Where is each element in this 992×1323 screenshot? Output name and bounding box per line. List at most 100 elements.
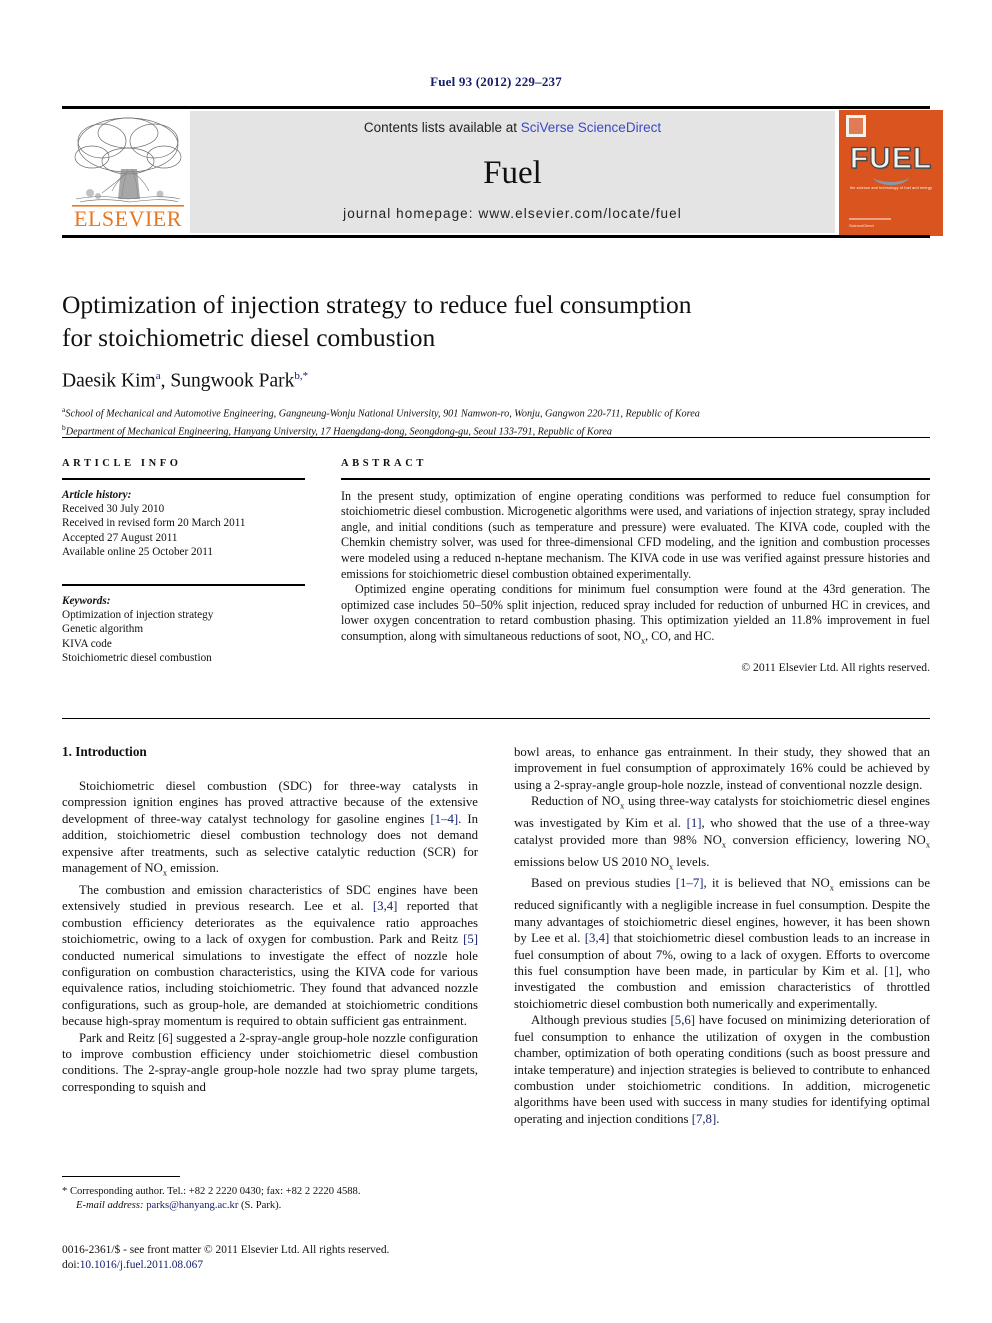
abstract-copyright: © 2011 Elsevier Ltd. All rights reserved… <box>741 660 930 674</box>
history-item: Received in revised form 20 March 2011 <box>62 517 246 530</box>
title-line-2: for stoichiometric diesel combustion <box>62 323 436 352</box>
abstract-p2-part-b: , CO, and HC. <box>645 628 715 643</box>
citation-ref[interactable]: [3,4] <box>585 931 610 945</box>
citation-ref[interactable]: [1–7] <box>676 876 704 890</box>
paragraph-text: emissions below US 2010 NO <box>514 854 669 869</box>
paragraph-text: Stoichiometric diesel combustion (SDC) f… <box>62 779 478 826</box>
cover-footer-text: ScienceDirect <box>849 223 874 228</box>
history-item: Received 30 July 2010 <box>62 502 165 515</box>
author-list: Daesik Kima, Sungwook Parkb,* <box>62 370 930 393</box>
cover-subtitle: the science and technology of fuel and e… <box>849 186 933 190</box>
keywords-rule <box>62 583 305 586</box>
citation-ref[interactable]: [1] <box>884 964 899 978</box>
paragraph-text: . <box>716 1111 720 1126</box>
body-left-column: 1. Introduction Stoichiometric diesel co… <box>62 744 478 1095</box>
paragraph-text: , it is believed that NO <box>703 876 830 891</box>
contents-prefix: Contents lists available at <box>363 120 521 135</box>
footnote-rule <box>62 1176 180 1177</box>
email-owner: (S. Park). <box>241 1199 282 1211</box>
journal-title: Fuel <box>483 155 542 191</box>
history-item: Accepted 27 August 2011 <box>62 531 178 544</box>
masthead-bottom-rule <box>62 235 930 238</box>
issn-line: 0016-2361/$ - see front matter © 2011 El… <box>62 1244 390 1256</box>
history-item: Available online 25 October 2011 <box>62 546 213 559</box>
citation-ref[interactable]: [7,8] <box>692 1112 717 1126</box>
paragraph-text: Although previous studies <box>531 1013 671 1028</box>
doi-line: doi:10.1016/j.fuel.2011.08.067 <box>62 1258 492 1273</box>
body-paragraph: Reduction of NOx using three-way catalys… <box>514 793 930 875</box>
affiliation-1: aSchool of Mechanical and Automotive Eng… <box>62 403 930 421</box>
paragraph-text: bowl areas, to enhance gas entrainment. … <box>514 745 930 792</box>
paragraph-text: have focused on minimizing deterioration… <box>514 1013 930 1126</box>
masthead-top-rule <box>62 106 930 109</box>
email-note: E-mail address: parks@hanyang.ac.kr (S. … <box>62 1199 478 1213</box>
keywords-label: Keywords: <box>62 594 111 607</box>
affiliation-text-b: Department of Mechanical Engineering, Ha… <box>65 426 613 438</box>
section-title-introduction: 1. Introduction <box>62 744 147 759</box>
abstract-p2-part-a: Optimized engine operating conditions fo… <box>341 582 930 643</box>
keyword-item: Genetic algorithm <box>62 623 144 636</box>
paragraph-text: levels. <box>673 854 710 869</box>
abstract-paragraph-2: Optimized engine operating conditions fo… <box>341 582 930 649</box>
author-separator: , <box>160 370 171 392</box>
paragraph-text: Reduction of NO <box>531 794 621 809</box>
journal-masthead: ELSEVIER Contents lists available at Sci… <box>62 106 943 238</box>
author-name-1[interactable]: Daesik Kim <box>62 371 156 392</box>
paragraph-text: Park and Reitz <box>79 1030 158 1045</box>
doi-link[interactable]: 10.1016/j.fuel.2011.08.067 <box>80 1259 203 1271</box>
paper-page: Fuel 93 (2012) 229–237 ELSEVIER Contents… <box>0 0 992 1323</box>
paragraph-text: Based on previous studies <box>531 876 676 891</box>
footnote-block: * Corresponding author. Tel.: +82 2 2220… <box>62 1176 478 1212</box>
paragraph-text: conducted numerical simulations to inves… <box>62 948 478 1029</box>
keyword-item: Stoichiometric diesel combustion <box>62 652 212 665</box>
paragraph-text: emission. <box>167 861 220 876</box>
email-link[interactable]: parks@hanyang.ac.kr <box>146 1200 238 1211</box>
abstract-rule <box>341 478 930 480</box>
article-info-label: ARTICLE INFO <box>62 458 182 469</box>
body-right-column: bowl areas, to enhance gas entrainment. … <box>514 744 930 1127</box>
citation-ref[interactable]: [3,4] <box>373 899 398 913</box>
citation-ref[interactable]: [1–4] <box>430 812 458 826</box>
page-title: Optimization of injection strategy to re… <box>62 288 930 354</box>
cover-swoosh-icon <box>873 168 909 185</box>
cover-elsevier-mark-icon <box>846 115 866 137</box>
abstract-label: ABSTRACT <box>341 458 427 469</box>
title-block: Optimization of injection strategy to re… <box>62 288 930 439</box>
body-paragraph: The combustion and emission characterist… <box>62 882 478 1030</box>
corresponding-author-note: * Corresponding author. Tel.: +82 2 2220… <box>62 1186 361 1197</box>
info-band-top-rule <box>62 437 930 438</box>
title-line-1: Optimization of injection strategy to re… <box>62 290 692 319</box>
issn-block: 0016-2361/$ - see front matter © 2011 El… <box>62 1243 492 1272</box>
paragraph-text: conversion efficiency, lowering NO <box>726 832 926 847</box>
body-paragraph: Based on previous studies [1–7], it is b… <box>514 875 930 1012</box>
citation-ref[interactable]: [6] <box>158 1031 173 1045</box>
subscript: x <box>925 840 930 850</box>
journal-cover-image: FUEL the science and technology of fuel … <box>839 110 943 236</box>
email-label: E-mail address: <box>76 1199 144 1211</box>
abstract-column: ABSTRACT In the present study, optimizat… <box>341 458 930 674</box>
article-history-label: Article history: <box>62 488 132 501</box>
journal-homepage[interactable]: journal homepage: www.elsevier.com/locat… <box>190 206 835 221</box>
affiliation-text-a: School of Mechanical and Automotive Engi… <box>65 407 700 419</box>
journal-banner: Contents lists available at SciVerse Sci… <box>190 111 835 233</box>
citation-ref[interactable]: [1] <box>687 816 702 830</box>
info-band-bottom-rule <box>62 718 930 719</box>
body-paragraph: Although previous studies [5,6] have foc… <box>514 1012 930 1127</box>
citation-ref[interactable]: [5,6] <box>671 1013 696 1027</box>
article-info-column: ARTICLE INFO Article history: Received 3… <box>62 458 305 666</box>
cover-footer: ScienceDirect <box>849 218 909 228</box>
article-info-rule <box>62 478 305 480</box>
keyword-item: KIVA code <box>62 637 112 650</box>
author-name-2[interactable]: Sungwook Park <box>170 371 294 392</box>
doi-label: doi: <box>62 1258 80 1271</box>
body-paragraph: bowl areas, to enhance gas entrainment. … <box>514 744 930 793</box>
abstract-paragraph-1: In the present study, optimization of en… <box>341 488 930 581</box>
citation-ref[interactable]: [5] <box>463 932 478 946</box>
running-head: Fuel 93 (2012) 229–237 <box>430 74 562 89</box>
body-paragraph: Park and Reitz [6] suggested a 2-spray-a… <box>62 1030 478 1096</box>
author-sup-2: b,* <box>294 370 309 382</box>
contents-available-line: Contents lists available at SciVerse Sci… <box>190 120 835 135</box>
sciencedirect-link[interactable]: SciVerse ScienceDirect <box>521 120 661 135</box>
keyword-item: Optimization of injection strategy <box>62 608 214 621</box>
elsevier-wordmark: ELSEVIER <box>74 206 182 231</box>
